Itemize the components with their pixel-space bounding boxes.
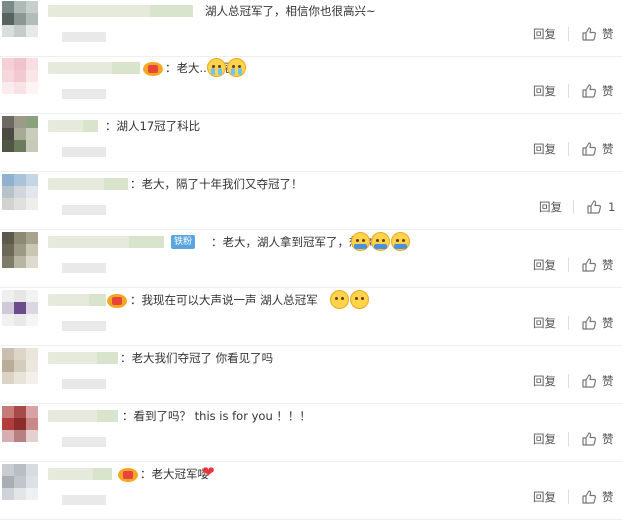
emoji-icon — [227, 58, 246, 77]
avatar[interactable] — [2, 464, 38, 500]
action-divider — [568, 84, 569, 98]
comment-item: 湖人总冠军了，相信你也很高兴~ 回复 赞 — [0, 0, 622, 57]
comment-item: ：我现在可以大声说一声 湖人总冠军回复 赞 — [0, 289, 622, 346]
comment-text: ：看到了吗？ this is for you ！！！ — [122, 409, 311, 423]
vip-badge-icon — [118, 468, 138, 482]
action-divider — [568, 490, 569, 504]
like-thumb-icon[interactable] — [581, 257, 597, 273]
like-thumb-icon[interactable] — [581, 431, 597, 447]
reply-button[interactable]: 回复 — [533, 432, 556, 446]
blurred-subtext — [62, 437, 106, 447]
action-divider — [568, 374, 569, 388]
avatar[interactable] — [2, 290, 38, 326]
action-divider — [568, 27, 569, 41]
action-divider — [568, 142, 569, 156]
reply-button[interactable]: 回复 — [533, 84, 556, 98]
like-button[interactable]: 赞 — [602, 374, 614, 388]
comment-item: ：湖人17冠了科比回复 赞 — [0, 115, 622, 172]
avatar[interactable] — [2, 58, 38, 94]
comment-text: ：湖人17冠了科比 — [105, 119, 201, 133]
reply-button[interactable]: 回复 — [533, 258, 556, 272]
like-thumb-icon[interactable] — [581, 489, 597, 505]
comment-item: ：看到了吗？ this is for you ！！！ 回复 赞 — [0, 405, 622, 462]
like-thumb-icon[interactable] — [586, 199, 602, 215]
vip-badge-icon — [143, 62, 163, 76]
like-count: 1 — [608, 200, 616, 214]
blurred-username[interactable] — [48, 410, 118, 422]
emoji-icon — [391, 232, 410, 251]
emoji-icon — [350, 290, 369, 309]
blurred-username[interactable] — [48, 5, 193, 17]
like-button[interactable]: 赞 — [602, 258, 614, 272]
reply-button[interactable]: 回复 — [539, 200, 562, 214]
action-divider — [573, 200, 574, 214]
avatar[interactable] — [2, 348, 38, 384]
vip-badge-icon — [107, 294, 127, 308]
comment-text: 湖人总冠军了，相信你也很高兴~ — [205, 4, 376, 18]
comment-item: ：老大...夺冠了 回复赞 — [0, 57, 622, 114]
blurred-username[interactable] — [48, 294, 106, 306]
action-divider — [568, 316, 569, 330]
blurred-subtext — [62, 32, 106, 42]
like-thumb-icon[interactable] — [581, 83, 597, 99]
like-button[interactable]: 赞 — [602, 490, 614, 504]
blurred-subtext — [62, 205, 106, 215]
blurred-username[interactable] — [48, 178, 128, 190]
like-thumb-icon[interactable] — [581, 26, 597, 42]
comment-text: ：我现在可以大声说一声 湖人总冠军 — [130, 293, 318, 307]
comment-text: ：老大冠军喽 — [140, 467, 209, 481]
comment-text: ：老大我们夺冠了 你看见了吗 — [120, 351, 274, 365]
reply-button[interactable]: 回复 — [533, 374, 556, 388]
blurred-username[interactable] — [48, 236, 164, 248]
like-button[interactable]: 赞 — [602, 27, 614, 41]
like-thumb-icon[interactable] — [581, 141, 597, 157]
like-thumb-icon[interactable] — [581, 315, 597, 331]
reply-button[interactable]: 回复 — [533, 490, 556, 504]
comment-item: 铁粉 ：老大，湖人拿到冠军了，想你了 回复赞 — [0, 231, 622, 288]
fan-badge: 铁粉 — [171, 235, 196, 249]
blurred-username[interactable] — [48, 352, 118, 364]
blurred-subtext — [62, 147, 106, 157]
blurred-subtext — [62, 89, 106, 99]
avatar[interactable] — [2, 174, 38, 210]
blurred-username[interactable] — [48, 62, 140, 74]
like-button[interactable]: 赞 — [602, 142, 614, 156]
emoji-icon — [371, 232, 390, 251]
emoji-icon — [207, 58, 226, 77]
blurred-subtext — [62, 263, 106, 273]
blurred-subtext — [62, 321, 106, 331]
emoji-icon — [330, 290, 349, 309]
comment-item: ：老大冠军喽 ❤ 回复 赞 — [0, 463, 622, 520]
blurred-username[interactable] — [48, 120, 98, 132]
avatar[interactable] — [2, 1, 38, 37]
reply-button[interactable]: 回复 — [533, 27, 556, 41]
like-button[interactable]: 赞 — [602, 84, 614, 98]
reply-button[interactable]: 回复 — [533, 142, 556, 156]
reply-button[interactable]: 回复 — [533, 316, 556, 330]
action-divider — [568, 432, 569, 446]
heart-icon: ❤ — [202, 463, 215, 481]
blurred-subtext — [62, 379, 106, 389]
like-button[interactable]: 赞 — [602, 432, 614, 446]
emoji-icon — [351, 232, 370, 251]
action-divider — [568, 258, 569, 272]
blurred-username[interactable] — [48, 468, 112, 480]
blurred-subtext — [62, 495, 106, 505]
like-thumb-icon[interactable] — [581, 373, 597, 389]
comment-list: 湖人总冠军了，相信你也很高兴~ 回复赞：老大...夺冠了 回复赞：湖人17冠了科比回… — [0, 0, 622, 520]
avatar[interactable] — [2, 116, 38, 152]
comment-item: ：老大，隔了十年我们又夺冠了！ 回复 1 — [0, 173, 622, 230]
comment-item: ：老大我们夺冠了 你看见了吗回复 赞 — [0, 347, 622, 404]
avatar[interactable] — [2, 232, 38, 268]
like-button[interactable]: 赞 — [602, 316, 614, 330]
comment-text: ：老大，隔了十年我们又夺冠了！ — [130, 177, 303, 191]
avatar[interactable] — [2, 406, 38, 442]
